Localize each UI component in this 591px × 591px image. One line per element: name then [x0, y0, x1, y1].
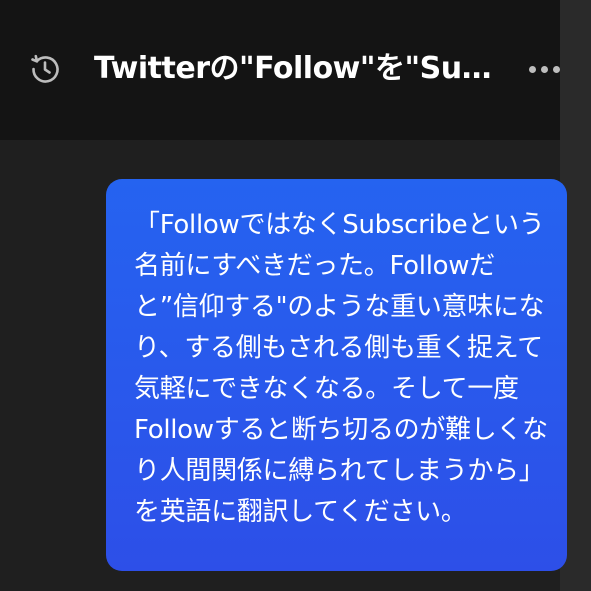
user-message-bubble[interactable]: 「FollowではなくSubscribeという 名前にすべきだった。Follow…: [106, 179, 567, 571]
user-message-text: 「FollowではなくSubscribeという 名前にすべきだった。Follow…: [134, 210, 548, 527]
more-horizontal-icon: [528, 65, 536, 73]
more-options-button[interactable]: [524, 54, 564, 84]
history-icon[interactable]: [28, 52, 62, 86]
conversation-title: Twitterの"Follow"を"Subscrib...: [94, 51, 504, 86]
more-horizontal-icon-dot: [552, 65, 560, 73]
more-horizontal-icon-dot: [540, 65, 548, 73]
